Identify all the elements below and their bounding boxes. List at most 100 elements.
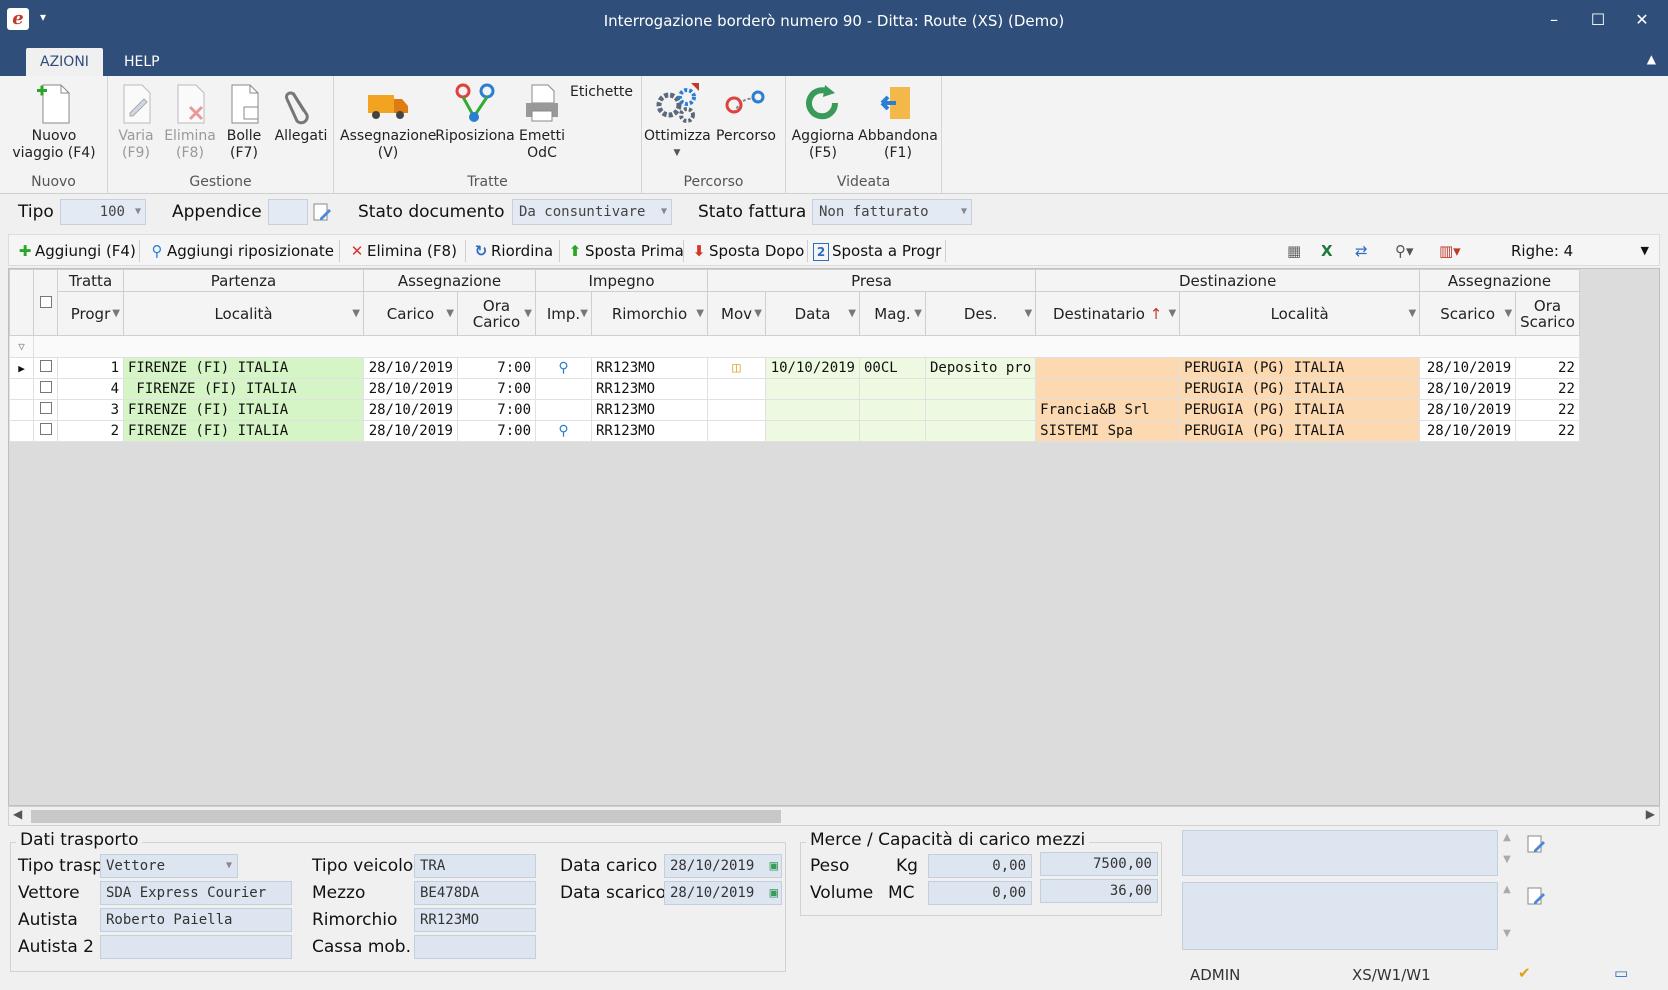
stato-fattura-select[interactable]: Non fatturato ▼: [812, 199, 972, 225]
table-row[interactable]: 4 FIRENZE (FI) ITALIA 28/10/2019 7:00 RR…: [9, 378, 1580, 400]
cell-rimorchio[interactable]: RR123MO: [591, 357, 708, 379]
cell-carico[interactable]: 28/10/2019: [363, 420, 458, 442]
peso-capacity[interactable]: 7500,00: [1040, 852, 1158, 876]
calendar-icon[interactable]: ▣: [770, 882, 778, 904]
cell-imp[interactable]: [535, 399, 592, 421]
scrollbar-thumb[interactable]: [31, 810, 781, 823]
filter-dropdown-icon[interactable]: ▼: [580, 306, 588, 322]
cell-dest-localita[interactable]: PERUGIA (PG) ITALIA: [1179, 378, 1421, 400]
riordina-button[interactable]: ↻ Riordina: [471, 239, 553, 263]
cell-mag[interactable]: [859, 399, 926, 421]
col-header-ora-scarico[interactable]: Ora Scarico: [1515, 291, 1580, 336]
cell-dest-localita[interactable]: PERUGIA (PG) ITALIA: [1179, 399, 1421, 421]
filter-dropdown-icon[interactable]: ▼: [696, 306, 704, 322]
row-checkbox-cell[interactable]: [33, 420, 58, 442]
table-row[interactable]: 3 FIRENZE (FI) ITALIA 28/10/2019 7:00 RR…: [9, 399, 1580, 421]
cassa-mob-field[interactable]: [414, 935, 536, 959]
cell-partenza[interactable]: FIRENZE (FI) ITALIA: [123, 420, 364, 442]
cell-carico[interactable]: 28/10/2019: [363, 357, 458, 379]
cell-destinatario[interactable]: SISTEMI Spa: [1035, 420, 1181, 442]
etichette-button[interactable]: Etichette: [570, 84, 640, 101]
cell-scarico[interactable]: 28/10/2019: [1419, 378, 1517, 400]
cell-mag[interactable]: 00CL: [859, 357, 926, 379]
column-chooser-icon[interactable]: ▥▾: [1439, 239, 1461, 263]
vettore-field[interactable]: SDA Express Courier: [100, 881, 292, 905]
memo-scrollbar[interactable]: ▲ ▼: [1500, 832, 1514, 876]
aggiorna-button[interactable]: Aggiorna (F5): [790, 80, 856, 162]
row-checkbox-cell[interactable]: [33, 399, 58, 421]
minimize-button[interactable]: –: [1540, 8, 1568, 32]
edit-icon[interactable]: [312, 202, 332, 226]
ottimizza-button[interactable]: Ottimizza ▼: [644, 80, 711, 162]
col-header-carico[interactable]: Carico ▼: [363, 291, 458, 336]
filter-dropdown-icon[interactable]: ▼: [112, 306, 120, 322]
row-checkbox[interactable]: [39, 359, 52, 372]
cell-data[interactable]: [765, 420, 860, 442]
emetti-odc-button[interactable]: Emetti OdC: [514, 80, 570, 162]
scroll-right-icon[interactable]: ▶: [1646, 807, 1655, 821]
percorso-button[interactable]: Percorso: [710, 80, 782, 145]
bolle-button[interactable]: Bolle (F7): [218, 80, 270, 162]
sposta-a-progr-button[interactable]: 2 Sposta a Progr: [813, 239, 941, 263]
peso-value[interactable]: 0,00: [928, 854, 1032, 878]
varia-button[interactable]: Varia (F9): [110, 80, 162, 162]
cell-ora-carico[interactable]: 7:00: [457, 399, 536, 421]
filter-dropdown-icon[interactable]: ▼: [848, 306, 856, 322]
tipo-veicolo-field[interactable]: TRA: [414, 854, 536, 878]
aggiungi-riposizionate-button[interactable]: ⚲ Aggiungi riposizionate: [147, 239, 335, 263]
maximize-button[interactable]: ☐: [1584, 8, 1612, 32]
riposiziona-button[interactable]: Riposiziona: [434, 80, 516, 145]
cell-data[interactable]: 10/10/2019: [765, 357, 860, 379]
col-header-dest-localita[interactable]: Località ▼: [1179, 291, 1421, 336]
tipo-trasp-select[interactable]: Vettore ▼: [100, 854, 238, 878]
cell-ora-scarico[interactable]: 22: [1515, 378, 1580, 400]
filter-row[interactable]: ▽: [9, 335, 1580, 358]
appendice-input[interactable]: [268, 199, 308, 225]
cell-dest-localita[interactable]: PERUGIA (PG) ITALIA: [1179, 420, 1421, 442]
calendar-icon[interactable]: ▣: [770, 855, 778, 877]
autista-2-field[interactable]: [100, 935, 292, 959]
cell-ora-scarico[interactable]: 22: [1515, 357, 1580, 379]
col-header-imp[interactable]: Imp. ▼: [535, 291, 592, 336]
cell-des[interactable]: [924, 420, 1037, 442]
select-all-header[interactable]: [33, 269, 58, 336]
cell-progr[interactable]: 2: [57, 420, 124, 442]
grid-layout-icon[interactable]: ▦: [1287, 239, 1301, 263]
note-memo-1[interactable]: [1182, 830, 1498, 876]
cell-destinatario[interactable]: [1035, 378, 1181, 400]
mezzo-field[interactable]: BE478DA: [414, 881, 536, 905]
horizontal-scrollbar[interactable]: ◀ ▶: [8, 806, 1660, 826]
cell-des[interactable]: [924, 399, 1037, 421]
elimina-riga-button[interactable]: ✕ Elimina (F8): [347, 239, 457, 263]
sposta-dopo-button[interactable]: ⬇ Sposta Dopo: [689, 239, 805, 263]
status-check-icon[interactable]: ✔: [1518, 964, 1531, 982]
window-layout-icon[interactable]: ▭: [1614, 964, 1628, 982]
aggiungi-button[interactable]: ✚ Aggiungi (F4): [15, 239, 136, 263]
cell-rimorchio[interactable]: RR123MO: [591, 420, 708, 442]
col-header-partenza-localita[interactable]: Località ▼: [123, 291, 364, 336]
righe-dropdown[interactable]: Righe: 4 ▼: [1511, 239, 1651, 263]
cell-carico[interactable]: 28/10/2019: [363, 399, 458, 421]
edit-icon[interactable]: [1526, 834, 1546, 858]
cell-progr[interactable]: 1: [57, 357, 124, 379]
volume-capacity[interactable]: 36,00: [1040, 879, 1158, 903]
filter-dropdown-icon[interactable]: ▼: [754, 306, 762, 322]
cell-destinatario[interactable]: Francia&B Srl: [1035, 399, 1181, 421]
cell-rimorchio[interactable]: RR123MO: [591, 378, 708, 400]
cell-partenza[interactable]: FIRENZE (FI) ITALIA: [123, 378, 364, 400]
cell-des[interactable]: Deposito pro: [924, 357, 1037, 379]
cell-progr[interactable]: 4: [57, 378, 124, 400]
close-button[interactable]: ✕: [1628, 8, 1656, 32]
filter-dropdown-icon[interactable]: ▼: [1504, 306, 1512, 322]
filter-dropdown-icon[interactable]: ▼: [1168, 306, 1176, 322]
autista-field[interactable]: Roberto Paiella: [100, 908, 292, 932]
cell-data[interactable]: [765, 378, 860, 400]
cell-mag[interactable]: [859, 420, 926, 442]
cell-mov[interactable]: [707, 378, 766, 400]
filter-icon[interactable]: ▽: [9, 335, 34, 358]
data-scarico-field[interactable]: 28/10/2019 ▣: [664, 881, 782, 905]
nuovo-viaggio-button[interactable]: Nuovo viaggio (F4): [6, 80, 102, 162]
cell-mov[interactable]: [707, 420, 766, 442]
row-checkbox-cell[interactable]: [33, 357, 58, 379]
cell-mov[interactable]: [707, 399, 766, 421]
